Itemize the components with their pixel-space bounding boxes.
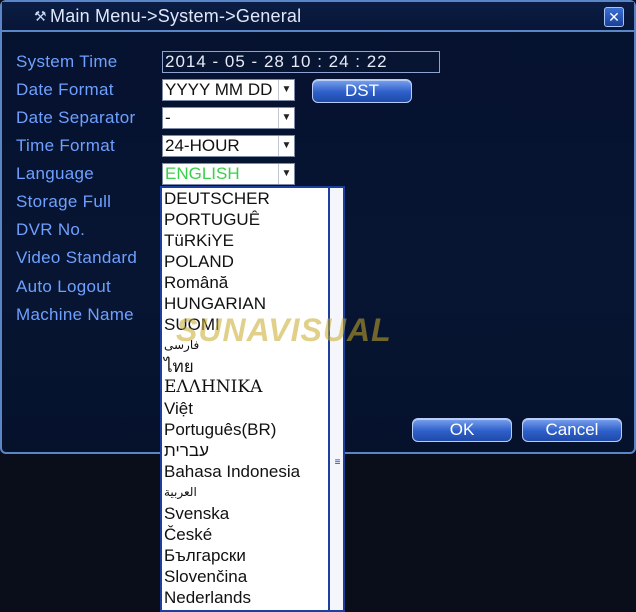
- language-options: DEUTSCHER PORTUGUÊ TüRKiYE POLAND Română HUNG…: [162, 188, 328, 608]
- language-option[interactable]: Português(BR): [162, 419, 328, 440]
- language-option[interactable]: POLAND: [162, 251, 328, 272]
- language-option[interactable]: العربية: [162, 482, 328, 503]
- title-bar: ⚒ Main Menu->System->General ✕: [2, 2, 634, 32]
- language-select[interactable]: ENGLISH ▼: [162, 163, 295, 185]
- language-value: ENGLISH: [165, 164, 240, 183]
- language-option[interactable]: DEUTSCHER: [162, 188, 328, 209]
- system-time-label: System Time: [16, 52, 118, 71]
- ok-button[interactable]: OK: [412, 418, 512, 442]
- date-separator-label: Date Separator: [16, 108, 136, 127]
- language-option[interactable]: PORTUGUÊ: [162, 209, 328, 230]
- language-label: Language: [16, 164, 95, 183]
- auto-logout-label: Auto Logout: [16, 277, 111, 296]
- storage-full-label: Storage Full: [16, 192, 112, 211]
- language-option[interactable]: Bahasa Indonesia: [162, 461, 328, 482]
- date-format-select[interactable]: YYYY MM DD ▼: [162, 79, 295, 101]
- window-title: Main Menu->System->General: [50, 6, 302, 26]
- system-time-value: 2014 - 05 - 28 10 : 24 : 22: [165, 52, 388, 71]
- language-option[interactable]: ΕΛΛΗΝΙΚΑ: [162, 377, 328, 398]
- language-option[interactable]: ไทย: [162, 356, 328, 377]
- date-format-label: Date Format: [16, 80, 114, 99]
- language-option[interactable]: Nederlands: [162, 587, 328, 608]
- cancel-button[interactable]: Cancel: [522, 418, 622, 442]
- video-standard-label: Video Standard: [16, 248, 138, 267]
- screen: ⚒ Main Menu->System->General ✕ System Ti…: [0, 0, 636, 612]
- language-dropdown-list[interactable]: DEUTSCHER PORTUGUÊ TüRKiYE POLAND Română HUNG…: [160, 186, 345, 612]
- language-option[interactable]: Română: [162, 272, 328, 293]
- time-format-value: 24-HOUR: [165, 136, 240, 155]
- language-option[interactable]: עברית: [162, 440, 328, 461]
- language-option[interactable]: Slovenčina: [162, 566, 328, 587]
- machine-name-label: Machine Name: [16, 305, 134, 324]
- close-button[interactable]: ✕: [604, 7, 624, 27]
- language-option[interactable]: Svenska: [162, 503, 328, 524]
- language-option[interactable]: Български: [162, 545, 328, 566]
- scroll-grip-icon[interactable]: ≡: [332, 458, 343, 468]
- time-format-label: Time Format: [16, 136, 116, 155]
- language-option[interactable]: Việt: [162, 398, 328, 419]
- triangle-down-icon: ▼: [278, 136, 294, 156]
- triangle-down-icon: ▼: [278, 80, 294, 100]
- dst-button[interactable]: DST: [312, 79, 412, 103]
- language-option[interactable]: HUNGARIAN: [162, 293, 328, 314]
- date-separator-value: -: [165, 108, 171, 127]
- watermark: SUNAVISUAL: [176, 312, 392, 348]
- dropdown-scrollbar[interactable]: ≡: [328, 188, 343, 610]
- time-format-select[interactable]: 24-HOUR ▼: [162, 135, 295, 157]
- language-option[interactable]: TüRKiYE: [162, 230, 328, 251]
- menu-tool-icon: ⚒: [34, 8, 47, 24]
- triangle-down-icon: ▼: [278, 108, 294, 128]
- triangle-down-icon: ▼: [278, 164, 294, 184]
- dvr-no-label: DVR No.: [16, 220, 86, 239]
- language-option[interactable]: České: [162, 524, 328, 545]
- date-separator-select[interactable]: - ▼: [162, 107, 295, 129]
- date-format-value: YYYY MM DD: [165, 80, 273, 99]
- system-time-field[interactable]: 2014 - 05 - 28 10 : 24 : 22: [162, 51, 440, 73]
